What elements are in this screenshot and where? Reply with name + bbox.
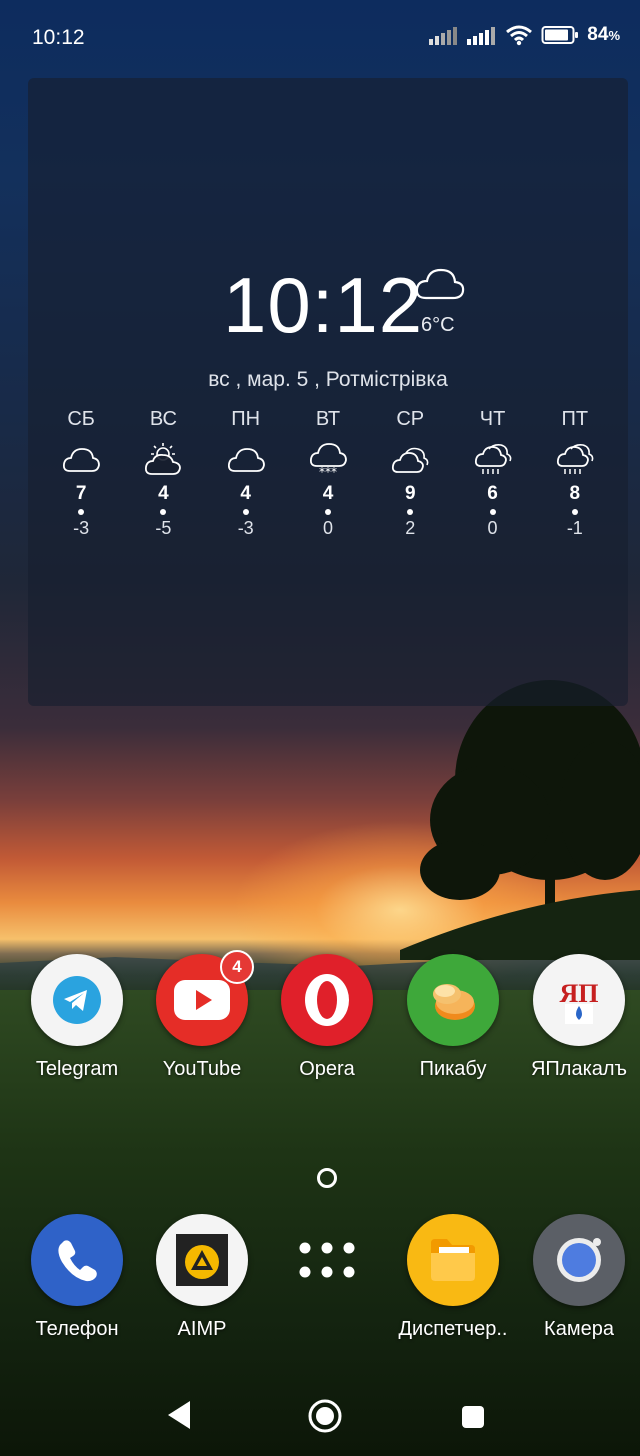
back-icon[interactable] bbox=[164, 1398, 194, 1432]
app-label: AIMP bbox=[177, 1318, 227, 1340]
svg-text:***: *** bbox=[319, 465, 337, 479]
notification-badge: 4 bbox=[220, 950, 254, 984]
day-high: 4 bbox=[322, 483, 334, 504]
day-high: 6 bbox=[487, 483, 498, 504]
day-name: ВТ bbox=[315, 408, 341, 430]
cloud-icon bbox=[415, 268, 465, 300]
current-temperature: 6°C bbox=[421, 314, 455, 336]
app-opera[interactable]: Opera bbox=[265, 954, 389, 1081]
temp-separator-dot bbox=[489, 509, 496, 515]
signal-1-icon bbox=[429, 27, 458, 45]
day-name: ЧТ bbox=[479, 408, 506, 430]
app-label: Телефон bbox=[35, 1318, 119, 1340]
app-label: Камера bbox=[544, 1318, 614, 1340]
forecast-row: СБ 7 -3 ВС 4 -5 ПН 4 -3 ВТ *** 4 0 СР 9 … bbox=[40, 408, 616, 539]
day-name: ПТ bbox=[561, 408, 589, 430]
battery-icon bbox=[541, 26, 579, 44]
day-low: -3 bbox=[237, 518, 254, 538]
home-icon[interactable] bbox=[307, 1398, 343, 1434]
day-low: 0 bbox=[322, 518, 333, 538]
app-label: ЯПлакалъ bbox=[530, 1058, 628, 1080]
aimp-icon[interactable] bbox=[156, 1214, 248, 1306]
app-label: Пикабу bbox=[419, 1058, 487, 1080]
app-aimp[interactable]: AIMP bbox=[140, 1214, 264, 1341]
day-name: СР bbox=[396, 408, 425, 430]
app-camera[interactable]: Камера bbox=[517, 1214, 640, 1341]
battery-percent: 84% bbox=[587, 24, 620, 45]
youtube-icon[interactable]: 4 bbox=[156, 950, 254, 1046]
navigation-bar bbox=[0, 1380, 640, 1456]
temp-separator-dot bbox=[324, 509, 331, 515]
widget-clock[interactable]: 10:12 bbox=[223, 260, 423, 351]
day-high: 4 bbox=[240, 483, 251, 504]
app-drawer[interactable] bbox=[265, 1214, 389, 1306]
app-yaplakal[interactable]: ЯП ЯПлакалъ bbox=[517, 954, 640, 1081]
day-low: 2 bbox=[405, 518, 416, 538]
status-icons: 84% bbox=[429, 24, 620, 46]
day-name: ВС bbox=[149, 408, 177, 430]
forecast-day: ПН 4 -3 bbox=[205, 408, 287, 539]
app-label: YouTube bbox=[162, 1058, 242, 1080]
telegram-icon[interactable] bbox=[31, 954, 123, 1046]
rain-cloud-icon bbox=[556, 444, 594, 474]
day-low: 0 bbox=[487, 518, 498, 538]
day-name: СБ bbox=[67, 408, 95, 430]
app-telegram[interactable]: Telegram bbox=[15, 954, 139, 1081]
temp-separator-dot bbox=[242, 509, 249, 515]
phone-icon[interactable] bbox=[31, 1214, 123, 1306]
wifi-icon bbox=[506, 25, 533, 46]
svg-text:ЯП: ЯП bbox=[560, 979, 599, 1008]
app-label: Диспетчер.. bbox=[398, 1318, 508, 1340]
cloudy-icon bbox=[392, 447, 429, 473]
app-youtube[interactable]: 4 YouTube bbox=[140, 950, 264, 1081]
app-label: Opera bbox=[299, 1058, 355, 1080]
day-name: ПН bbox=[231, 408, 261, 430]
opera-icon[interactable] bbox=[281, 954, 373, 1046]
forecast-day: ПТ 8 -1 bbox=[534, 408, 616, 539]
day-low: -5 bbox=[155, 518, 172, 538]
folder-icon[interactable] bbox=[407, 1214, 499, 1306]
camera-icon[interactable] bbox=[533, 1214, 625, 1306]
forecast-day: СБ 7 -3 bbox=[40, 408, 122, 539]
weather-clock-widget[interactable]: 10:12 6°C вс , мар. 5 , Ротмістрівка СБ … bbox=[28, 78, 628, 706]
snow-cloud-icon: *** bbox=[309, 443, 347, 479]
pikabu-icon[interactable] bbox=[407, 954, 499, 1046]
app-file-manager[interactable]: Диспетчер.. bbox=[391, 1214, 515, 1341]
day-high: 9 bbox=[404, 483, 416, 504]
app-phone[interactable]: Телефон bbox=[15, 1214, 139, 1341]
recents-icon[interactable] bbox=[460, 1404, 486, 1430]
day-high: 4 bbox=[158, 483, 169, 504]
date-location: вс , мар. 5 , Ротмістрівка bbox=[208, 368, 448, 391]
status-time: 10:12 bbox=[32, 26, 85, 49]
cloud-icon bbox=[227, 448, 265, 472]
yaplakal-icon[interactable]: ЯП bbox=[533, 954, 625, 1046]
forecast-day: ЧТ 6 0 bbox=[451, 408, 533, 539]
app-label: Telegram bbox=[35, 1058, 119, 1080]
forecast-day: СР 9 2 bbox=[369, 408, 451, 539]
temp-separator-dot bbox=[571, 509, 578, 515]
app-pikabu[interactable]: Пикабу bbox=[391, 954, 515, 1081]
signal-2-icon bbox=[467, 27, 496, 45]
temp-separator-dot bbox=[160, 509, 167, 515]
day-low: -1 bbox=[566, 518, 583, 538]
temp-separator-dot bbox=[78, 509, 85, 515]
forecast-day: ВТ *** 4 0 bbox=[287, 408, 369, 539]
day-high: 7 bbox=[75, 483, 87, 504]
cloud-icon bbox=[63, 448, 101, 472]
app-drawer-icon[interactable] bbox=[281, 1214, 373, 1306]
rain-cloud-icon bbox=[474, 444, 511, 474]
temp-separator-dot bbox=[407, 509, 414, 515]
partly-sunny-icon bbox=[145, 443, 182, 475]
day-low: -3 bbox=[73, 518, 90, 538]
day-high: 8 bbox=[569, 483, 581, 504]
status-bar: 10:12 84% bbox=[0, 0, 640, 76]
page-indicator bbox=[317, 1168, 337, 1188]
forecast-day: ВС 4 -5 bbox=[122, 408, 204, 539]
